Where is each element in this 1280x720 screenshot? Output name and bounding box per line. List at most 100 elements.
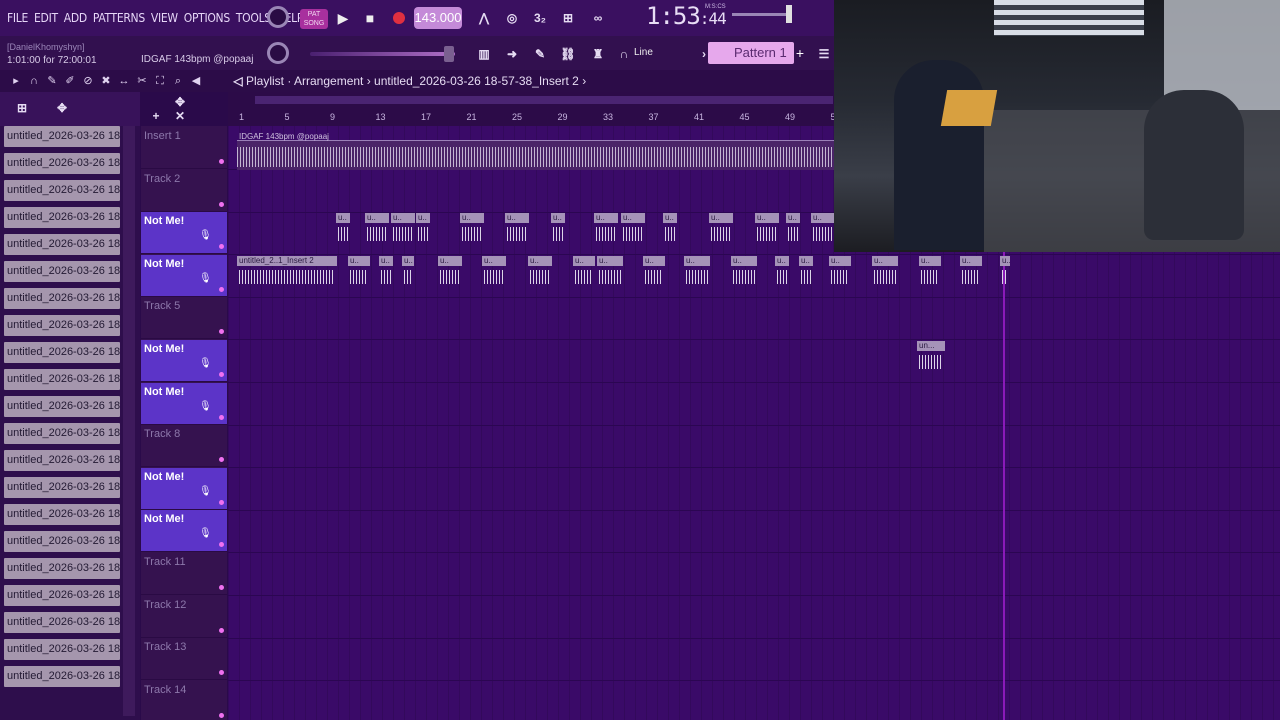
- track-header[interactable]: Not Me! 🎙: [141, 467, 227, 510]
- stop-button[interactable]: ■: [359, 8, 381, 28]
- clip-list-scrollbar[interactable]: [123, 126, 135, 716]
- delete-tool-icon[interactable]: ⊘: [80, 73, 96, 89]
- arrow-right-icon[interactable]: ➜: [500, 44, 524, 64]
- menu-item-file[interactable]: FILE: [4, 11, 31, 25]
- master-knob[interactable]: [267, 42, 289, 64]
- close-track-icon[interactable]: ✕: [168, 106, 192, 126]
- mute-tool-icon[interactable]: ✖: [98, 73, 114, 89]
- pattern-select[interactable]: Pattern 1: [708, 42, 794, 64]
- track-record-dot[interactable]: [219, 542, 224, 548]
- snap-select[interactable]: Line: [630, 44, 686, 62]
- master-volume-slider[interactable]: [310, 52, 455, 56]
- clip-list-item[interactable]: untitled_2026-03-26 18..: [4, 531, 120, 552]
- menu-item-edit[interactable]: EDIT: [31, 11, 61, 25]
- clip-list-item[interactable]: untitled_2026-03-26 18..: [4, 558, 120, 579]
- mixer-icon[interactable]: ☰: [812, 44, 836, 64]
- track-header[interactable]: Not Me! 🎙: [141, 212, 227, 255]
- master-volume-handle[interactable]: [444, 46, 454, 62]
- mic-icon[interactable]: 🎙: [199, 358, 212, 372]
- track-record-dot[interactable]: [219, 286, 224, 292]
- slip-tool-icon[interactable]: ↔: [116, 73, 132, 89]
- clip-list-item[interactable]: untitled_2026-03-26 18..: [4, 261, 120, 282]
- menu-item-patterns[interactable]: PATTERNS: [90, 11, 148, 25]
- clip-list-item[interactable]: untitled_2026-03-26 18..: [4, 477, 120, 498]
- track-header[interactable]: Track 8: [141, 425, 227, 468]
- track-header[interactable]: Track 11: [141, 553, 227, 595]
- move-icon[interactable]: ✥: [50, 98, 74, 118]
- clip-list-item[interactable]: untitled_2026-03-26 18..: [4, 234, 120, 255]
- clip-list-item[interactable]: untitled_2026-03-26 18..: [4, 504, 120, 525]
- stamp-icon[interactable]: ♜: [586, 44, 610, 64]
- track-header[interactable]: Not Me! 🎙: [141, 254, 227, 297]
- track-record-dot[interactable]: [219, 712, 224, 718]
- playlist-overview[interactable]: [255, 96, 833, 104]
- clip-list-item[interactable]: untitled_2026-03-26 18..: [4, 369, 120, 390]
- track-record-dot[interactable]: [219, 244, 224, 250]
- clip-list-item[interactable]: untitled_2026-03-26 18..: [4, 126, 120, 147]
- track-header[interactable]: Track 5: [141, 297, 227, 340]
- track-header[interactable]: Not Me! 🎙: [141, 510, 227, 553]
- audio-clip-main[interactable]: IDGAF 143bpm @popaaj: [237, 132, 834, 170]
- speaker-icon[interactable]: ◀: [188, 73, 204, 89]
- clip-list-item[interactable]: untitled_2026-03-26 18..: [4, 450, 120, 471]
- mic-icon[interactable]: 🎙: [199, 401, 212, 415]
- clip-list-item[interactable]: untitled_2026-03-26 18..: [4, 612, 120, 633]
- clip-list-item[interactable]: untitled_2026-03-26 18..: [4, 207, 120, 228]
- track-record-dot[interactable]: [219, 670, 224, 676]
- wait-record-icon[interactable]: ◎: [500, 8, 524, 28]
- track-record-dot[interactable]: [219, 329, 224, 335]
- select-tool-icon[interactable]: ⛶: [152, 73, 168, 89]
- draw-tool-icon[interactable]: ✎: [44, 73, 60, 89]
- clip-list-item[interactable]: untitled_2026-03-26 18..: [4, 396, 120, 417]
- master-pitch-handle[interactable]: [786, 5, 792, 23]
- track-record-dot[interactable]: [219, 159, 224, 164]
- play-small-icon[interactable]: ▸: [8, 73, 24, 89]
- track-record-dot[interactable]: [219, 627, 224, 633]
- paint-tool-icon[interactable]: ✐: [62, 73, 78, 89]
- bar-ruler[interactable]: 1591317212529333741454953: [228, 112, 841, 126]
- track-header[interactable]: Track 12: [141, 596, 227, 638]
- clip-list-item[interactable]: untitled_2026-03-26 18..: [4, 423, 120, 444]
- clip-list-item[interactable]: untitled_2026-03-26 18..: [4, 666, 120, 687]
- track-record-dot[interactable]: [219, 201, 224, 207]
- track-record-dot[interactable]: [219, 499, 224, 505]
- link-icon[interactable]: ⛓: [556, 44, 580, 64]
- track-header[interactable]: Not Me! 🎙: [141, 382, 227, 425]
- metronome-icon[interactable]: ⋀: [472, 8, 496, 28]
- clip-list-item[interactable]: untitled_2026-03-26 18..: [4, 342, 120, 363]
- slice-tool-icon[interactable]: ✂: [134, 73, 150, 89]
- master-pitch-slider[interactable]: [732, 13, 792, 16]
- clip-list-item[interactable]: untitled_2026-03-26 18..: [4, 315, 120, 336]
- menu-item-options[interactable]: OPTIONS: [181, 11, 233, 25]
- track-header[interactable]: Insert 1: [141, 127, 227, 169]
- mic-icon[interactable]: 🎙: [199, 230, 212, 244]
- menu-item-add[interactable]: ADD: [61, 11, 90, 25]
- track-header[interactable]: Not Me! 🎙: [141, 340, 227, 382]
- step-edit-icon[interactable]: 3₂: [528, 8, 552, 28]
- main-volume-knob[interactable]: [267, 6, 289, 28]
- mic-icon[interactable]: 🎙: [199, 528, 212, 542]
- clip-list-item[interactable]: untitled_2026-03-26 18..: [4, 639, 120, 660]
- piano-icon[interactable]: ▥: [472, 44, 496, 64]
- track-record-dot[interactable]: [219, 414, 224, 420]
- loop-record-icon[interactable]: ∞: [586, 8, 610, 28]
- track-record-dot[interactable]: [219, 457, 224, 463]
- clip-list-item[interactable]: untitled_2026-03-26 18..: [4, 585, 120, 606]
- mic-icon[interactable]: 🎙: [199, 273, 212, 287]
- record-button[interactable]: [388, 8, 410, 28]
- clip-list-item[interactable]: untitled_2026-03-26 18..: [4, 288, 120, 309]
- mic-icon[interactable]: 🎙: [199, 486, 212, 500]
- blend-notes-icon[interactable]: ⊞: [556, 8, 580, 28]
- browser-menu-icon[interactable]: ⊞: [10, 98, 34, 118]
- track-record-dot[interactable]: [219, 372, 224, 377]
- track-header[interactable]: Track 14: [141, 681, 227, 720]
- track-header[interactable]: Track 2: [141, 170, 227, 212]
- play-button[interactable]: ▶: [332, 8, 354, 28]
- add-track-icon[interactable]: +: [144, 106, 168, 126]
- pencil-icon[interactable]: ✎: [528, 44, 552, 64]
- track-header[interactable]: Track 13: [141, 638, 227, 681]
- tempo-display[interactable]: 143.000: [414, 7, 462, 29]
- add-pattern-button[interactable]: +: [793, 42, 807, 64]
- pat-song-toggle[interactable]: PAT SONG: [300, 9, 328, 29]
- zoom-tool-icon[interactable]: ⌕: [170, 73, 186, 89]
